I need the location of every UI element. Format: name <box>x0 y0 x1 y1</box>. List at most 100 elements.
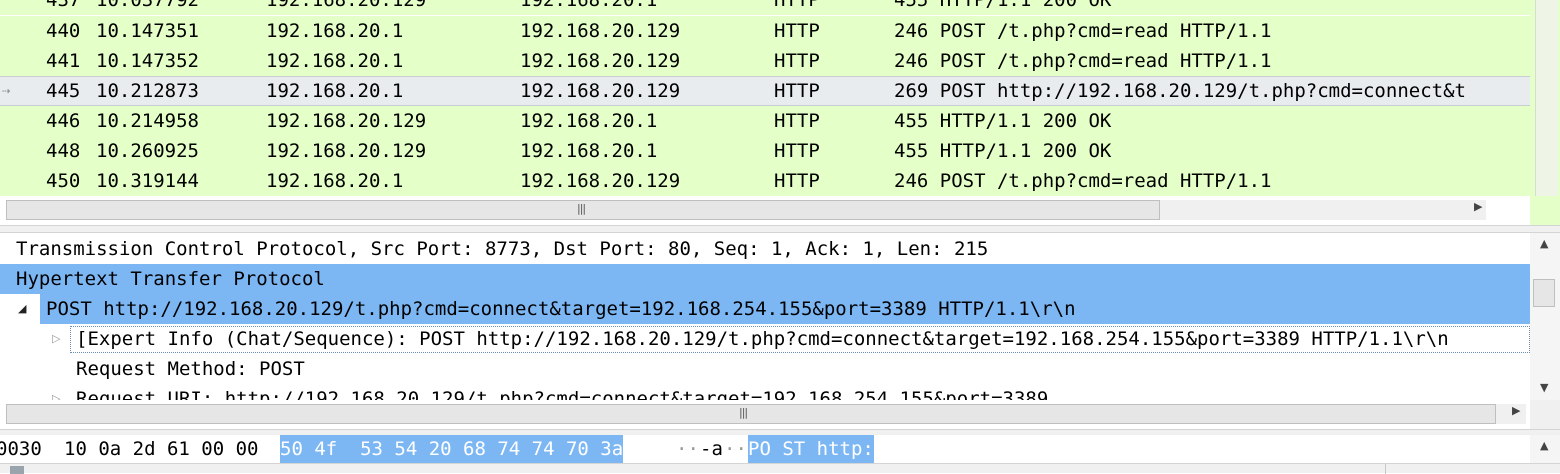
packet-row-selected[interactable]: ⇢ 445 10.212873 192.168.20.1 192.168.20.… <box>0 76 1530 106</box>
ascii-bytes[interactable]: -a <box>700 435 723 463</box>
packet-source: 192.168.20.1 <box>266 50 404 72</box>
tree-item-label: Request Method: POST <box>76 358 305 380</box>
scrollbar-thumb[interactable] <box>1533 279 1555 307</box>
detail-rows: Transmission Control Protocol, Src Port:… <box>0 233 1530 400</box>
packet-source: 192.168.20.129 <box>266 110 427 132</box>
packet-no: 450 <box>46 170 81 192</box>
scrollbar-thumb[interactable]: ||| <box>6 200 1160 220</box>
scrollbar-corner <box>1530 400 1560 429</box>
packet-no: 446 <box>46 110 81 132</box>
ascii-bytes-highlighted[interactable]: PO ST http: <box>748 435 874 463</box>
scrollbar-track[interactable] <box>1535 0 1558 196</box>
packet-time: 10.212873 <box>96 80 199 102</box>
tree-item-request-method[interactable]: Request Method: POST <box>0 354 1530 384</box>
scroll-right-arrow-icon[interactable]: ▶ <box>1474 200 1482 213</box>
packet-list-vertical-scrollbar[interactable] <box>1530 0 1560 196</box>
packet-row[interactable]: 440 10.147351 192.168.20.1 192.168.20.12… <box>0 16 1530 46</box>
packet-destination: 192.168.20.1 <box>520 110 658 132</box>
scrollbar-track[interactable]: ||| <box>6 200 1486 220</box>
tree-item-http[interactable]: Hypertext Transfer Protocol <box>0 264 1530 294</box>
packet-info: 246 POST /t.php?cmd=read HTTP/1.1 <box>894 20 1272 42</box>
tree-item-label: POST http://192.168.20.129/t.php?cmd=con… <box>46 298 1076 320</box>
packet-protocol: HTTP <box>774 50 820 72</box>
packet-no: 437 <box>46 0 81 11</box>
packet-info: 246 POST /t.php?cmd=read HTTP/1.1 <box>894 50 1272 72</box>
packet-time: 10.147351 <box>96 20 199 42</box>
expand-closed-icon[interactable]: ▷ <box>52 324 60 354</box>
packet-info: 455 HTTP/1.1 200 OK <box>894 140 1112 162</box>
packet-no: 441 <box>46 50 81 72</box>
grip-icon: ||| <box>577 202 586 215</box>
packet-destination: 192.168.20.129 <box>520 50 681 72</box>
tree-item-expert-info[interactable]: ▷ [Expert Info (Chat/Sequence): POST htt… <box>0 324 1530 354</box>
packet-time: 10.037792 <box>96 0 199 11</box>
packet-time: 10.147352 <box>96 50 199 72</box>
packet-no: 445 <box>46 80 81 102</box>
byte-offset: 0030 <box>0 438 42 460</box>
packet-info: 246 POST /t.php?cmd=read HTTP/1.1 <box>894 170 1272 192</box>
status-bar <box>0 463 1560 474</box>
packet-time: 10.214958 <box>96 110 199 132</box>
packet-list-pane[interactable]: 437 10.037792 192.168.20.129 192.168.20.… <box>0 0 1560 225</box>
packet-info: 269 POST http://192.168.20.129/t.php?cmd… <box>894 80 1466 102</box>
post-line-highlight: POST http://192.168.20.129/t.php?cmd=con… <box>40 294 1530 324</box>
grip-icon: ||| <box>739 406 748 419</box>
tree-item-label: Transmission Control Protocol, Src Port:… <box>16 238 989 260</box>
hex-bytes-highlighted[interactable]: 50 4f 53 54 20 68 74 74 70 3a <box>280 435 624 463</box>
packet-time: 10.260925 <box>96 140 199 162</box>
packet-bytes-pane[interactable]: 0030 10 0a 2d 61 00 00 50 4f 53 54 20 68… <box>0 435 1560 463</box>
packet-row[interactable]: 448 10.260925 192.168.20.129 192.168.20.… <box>0 136 1530 166</box>
packet-row[interactable]: 441 10.147352 192.168.20.1 192.168.20.12… <box>0 46 1530 76</box>
bytes-vertical-scrollbar[interactable]: ▲ <box>1530 435 1560 463</box>
packet-source: 192.168.20.129 <box>266 0 427 11</box>
scrollbar-thumb[interactable]: ||| <box>6 404 1496 424</box>
packet-rows: 437 10.037792 192.168.20.129 192.168.20.… <box>0 0 1530 196</box>
packet-info: 455 HTTP/1.1 200 OK <box>894 0 1112 11</box>
packet-source: 192.168.20.1 <box>266 170 404 192</box>
packet-destination: 192.168.20.129 <box>520 80 681 102</box>
packet-row[interactable]: 446 10.214958 192.168.20.129 192.168.20.… <box>0 106 1530 136</box>
packet-destination: 192.168.20.1 <box>520 140 658 162</box>
packet-protocol: HTTP <box>774 80 820 102</box>
packet-protocol: HTTP <box>774 0 820 11</box>
hex-bytes[interactable]: 10 0a 2d 61 00 00 <box>64 435 258 463</box>
packet-info: 455 HTTP/1.1 200 OK <box>894 110 1112 132</box>
pane-splitter[interactable] <box>0 225 1560 233</box>
packet-destination: 192.168.20.129 <box>520 20 681 42</box>
packet-details-pane[interactable]: Transmission Control Protocol, Src Port:… <box>0 233 1560 429</box>
packet-no: 440 <box>46 20 81 42</box>
packet-source: 192.168.20.1 <box>266 80 404 102</box>
tree-item-label: Hypertext Transfer Protocol <box>16 268 325 290</box>
packet-destination: 192.168.20.129 <box>520 170 681 192</box>
tree-item-tcp[interactable]: Transmission Control Protocol, Src Port:… <box>0 234 1530 264</box>
packet-protocol: HTTP <box>774 140 820 162</box>
packet-source: 192.168.20.129 <box>266 140 427 162</box>
packet-protocol: HTTP <box>774 170 820 192</box>
packet-time: 10.319144 <box>96 170 199 192</box>
packet-list-horizontal-scrollbar[interactable]: ||| ▶ <box>0 196 1530 225</box>
packet-source: 192.168.20.1 <box>266 20 404 42</box>
tree-item-label: [Expert Info (Chat/Sequence): POST http:… <box>76 328 1449 350</box>
ascii-dots: ·· <box>676 438 699 460</box>
scroll-up-arrow-icon[interactable]: ▲ <box>1540 237 1548 250</box>
expand-closed-icon[interactable]: ▷ <box>52 384 60 400</box>
packet-row[interactable]: 437 10.037792 192.168.20.129 192.168.20.… <box>0 0 1530 15</box>
scrollbar-corner <box>1530 196 1560 225</box>
scroll-right-arrow-icon[interactable]: ▶ <box>1512 404 1520 417</box>
tree-item-post[interactable]: ◢ POST http://192.168.20.129/t.php?cmd=c… <box>0 294 1530 324</box>
scroll-down-arrow-icon[interactable]: ▼ <box>1540 381 1548 394</box>
packet-destination: 192.168.20.1 <box>520 0 658 11</box>
selected-row-arrow-icon: ⇢ <box>2 83 11 99</box>
packet-row[interactable]: 450 10.319144 192.168.20.1 192.168.20.12… <box>0 166 1530 196</box>
ascii-dots: ·· <box>724 438 747 460</box>
scrollbar-track[interactable]: ||| <box>6 404 1526 424</box>
details-vertical-scrollbar[interactable]: ▲ ▼ <box>1530 233 1560 400</box>
tree-item-request-uri[interactable]: ▷ Request URI: http://192.168.20.129/t.p… <box>0 384 1530 400</box>
packet-no: 448 <box>46 140 81 162</box>
scroll-up-arrow-icon[interactable]: ▲ <box>1540 439 1548 452</box>
packet-protocol: HTTP <box>774 110 820 132</box>
details-horizontal-scrollbar[interactable]: ||| ▶ <box>0 400 1530 429</box>
packet-protocol: HTTP <box>774 20 820 42</box>
expand-open-icon[interactable]: ◢ <box>18 294 26 324</box>
tree-item-label: Request URI: http://192.168.20.129/t.php… <box>76 388 1049 400</box>
